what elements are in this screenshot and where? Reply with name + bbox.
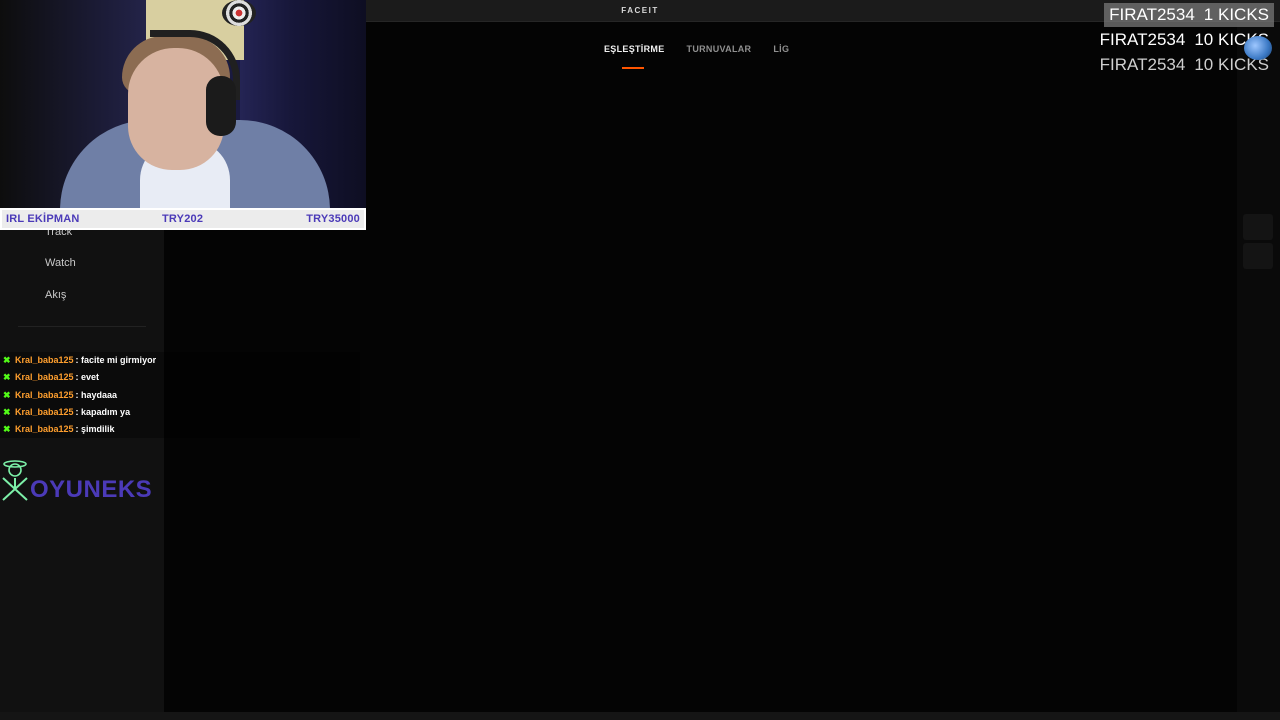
avatar[interactable] (1244, 36, 1272, 60)
kick-user: FIRAT2534 (1099, 55, 1186, 74)
kick-logo-icon: ✖ (3, 354, 11, 365)
webcam-feed (0, 0, 366, 208)
kick-logo-icon: ✖ (3, 371, 11, 382)
chat-message: ✖ Kral_baba125 : kapadım ya (3, 405, 130, 419)
logo-text: OYUNEKS (30, 476, 153, 503)
dartboard (222, 0, 256, 26)
chat-username: Kral_baba125 (15, 390, 74, 400)
kick-logo-icon: ✖ (3, 423, 11, 434)
tab-eslestirme[interactable]: EŞLEŞTİRME (604, 42, 665, 72)
sidebar-item-watch[interactable]: Watch (45, 257, 76, 269)
webcam-info-bar: IRL EKİPMAN TRY202 TRY35000 (0, 208, 366, 230)
sidebar-item-akis[interactable]: Akış (45, 289, 66, 301)
bottom-strip (0, 712, 1280, 720)
right-rail-controls[interactable] (1243, 214, 1273, 274)
chat-overlay: ✖ Kral_baba125 : facite mi girmiyor ✖ Kr… (0, 352, 360, 438)
faceit-logo[interactable]: FACEIT (600, 6, 680, 15)
chat-username: Kral_baba125 (15, 355, 74, 365)
donation-goal: TRY35000 (306, 213, 360, 225)
chat-username: Kral_baba125 (15, 407, 74, 417)
kick-logo-icon: ✖ (3, 389, 11, 400)
kick-alert: FIRAT2534 1 KICKS (1104, 3, 1274, 27)
chat-message: ✖ Kral_baba125 : evet (3, 370, 99, 384)
chat-username: Kral_baba125 (15, 372, 74, 382)
chat-message: ✖ Kral_baba125 : haydaaa (3, 388, 117, 402)
chat-message: ✖ Kral_baba125 : facite mi girmiyor (3, 353, 156, 367)
donation-last: TRY202 (162, 213, 204, 225)
chat-message: ✖ Kral_baba125 : şimdilik (3, 422, 115, 436)
chat-text: : haydaaa (75, 390, 118, 400)
sidebar-divider (18, 326, 146, 327)
tab-turnuvalar[interactable]: TURNUVALAR (687, 42, 752, 72)
chat-text: : facite mi girmiyor (75, 355, 157, 365)
explorer-figure-icon (2, 460, 28, 501)
chat-text: : şimdilik (75, 424, 115, 434)
chat-text: : evet (75, 372, 100, 382)
chat-username: Kral_baba125 (15, 424, 74, 434)
chat-text: : kapadım ya (75, 407, 131, 417)
kick-alert: FIRAT2534 10 KICKS (1095, 53, 1274, 77)
nav-tabs: EŞLEŞTİRME TURNUVALAR LİG (604, 42, 789, 72)
kick-user: FIRAT2534 (1109, 5, 1195, 24)
rail-button[interactable] (1243, 243, 1273, 269)
equipment-label: IRL EKİPMAN (6, 213, 80, 225)
rail-button[interactable] (1243, 214, 1273, 240)
tab-lig[interactable]: LİG (773, 42, 789, 72)
kick-user: FIRAT2534 (1099, 30, 1186, 49)
kick-logo-icon: ✖ (3, 406, 11, 417)
kick-amount: 1 KICKS (1203, 5, 1269, 24)
oyuneks-logo: OYUNEKS (0, 458, 160, 508)
